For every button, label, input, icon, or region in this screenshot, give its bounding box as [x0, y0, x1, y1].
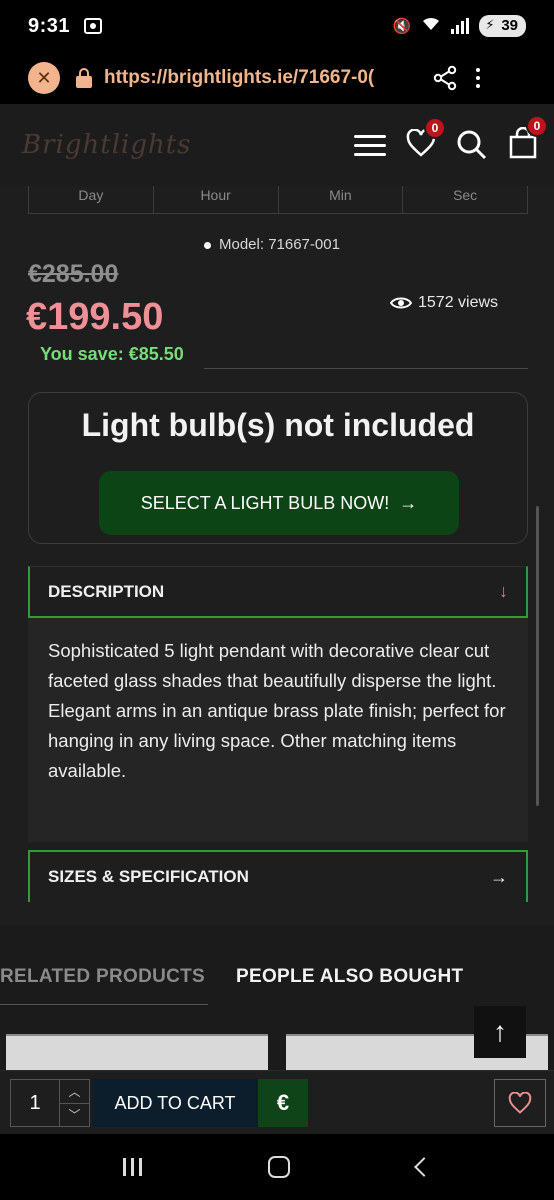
description-accordion-header[interactable]: DESCRIPTION ↓ — [28, 566, 528, 618]
view-count-text: 1572 views — [418, 294, 499, 311]
add-to-cart-bar: 1 ︿ ﹀ ADD TO CART € — [0, 1070, 554, 1134]
search-icon[interactable] — [456, 129, 488, 161]
signal-icon — [451, 18, 470, 34]
add-to-wishlist-button[interactable] — [494, 1079, 546, 1127]
view-count: 1572 views — [390, 294, 498, 312]
description-text: Sophisticated 5 light pendant with decor… — [28, 618, 528, 842]
bulb-notice-box: Light bulb(s) not included SELECT A LIGH… — [28, 392, 528, 544]
site-logo[interactable]: Brightlights — [22, 130, 192, 160]
quantity-stepper[interactable]: ︿ ﹀ — [60, 1079, 90, 1127]
you-save-amount: You save: €85.50 — [40, 344, 184, 364]
related-section: RELATED PRODUCTS PEOPLE ALSO BOUGHT — [0, 926, 554, 1078]
wishlist-count-badge: 0 — [424, 116, 446, 139]
chevron-up-icon[interactable]: ︿ — [60, 1080, 89, 1104]
share-icon[interactable] — [432, 65, 458, 91]
mute-icon: 🔇 — [392, 18, 412, 35]
currency-button[interactable]: € — [258, 1079, 308, 1127]
select-bulb-label: SELECT A LIGHT BULB NOW! — [140, 492, 390, 513]
bulb-notice-title: Light bulb(s) not included — [81, 407, 475, 443]
header-icons: 0 0 — [354, 114, 548, 164]
close-tab-icon[interactable]: ✕ — [28, 62, 60, 94]
tab-people-also-bought[interactable]: PEOPLE ALSO BOUGHT — [236, 966, 463, 988]
battery-indicator: 39 — [479, 15, 526, 37]
browser-menu-icon[interactable] — [476, 68, 480, 88]
page-scrollbar[interactable] — [536, 506, 539, 806]
eye-icon — [390, 297, 412, 309]
select-bulb-button[interactable]: SELECT A LIGHT BULB NOW! → — [99, 471, 459, 535]
quantity-input[interactable]: 1 — [10, 1079, 60, 1127]
lock-icon[interactable] — [76, 68, 92, 88]
screen-record-icon — [84, 18, 103, 34]
specs-accordion-header[interactable]: SIZES & SPECIFICATION → — [28, 850, 528, 902]
status-bar: 9:31 🔇 39 — [0, 0, 554, 52]
countdown-min-label: Min — [279, 186, 404, 213]
menu-icon[interactable] — [354, 134, 386, 156]
cart-button[interactable]: 0 — [508, 114, 548, 164]
arrow-right-icon: → — [490, 866, 508, 887]
countdown-hour-label: Hour — [154, 186, 279, 213]
old-price: €285.00 — [28, 260, 119, 288]
status-indicators: 🔇 39 — [393, 15, 526, 37]
divider — [204, 368, 528, 369]
product-main: Day Hour Min Sec Model: 71667-001 €285.0… — [0, 186, 554, 1078]
tab-underline — [0, 1004, 208, 1005]
status-time: 9:31 — [28, 14, 71, 37]
wishlist-button[interactable]: 0 — [406, 116, 446, 162]
arrow-right-icon: → — [399, 492, 418, 513]
home-icon[interactable] — [268, 1156, 291, 1178]
scroll-to-top-button[interactable]: ↑ — [474, 1006, 526, 1058]
arrow-up-icon: ↑ — [493, 1016, 507, 1047]
description-label: DESCRIPTION — [48, 581, 165, 601]
specs-label: SIZES & SPECIFICATION — [48, 867, 249, 886]
cart-count-badge: 0 — [526, 114, 548, 137]
heart-icon — [508, 1092, 532, 1114]
tab-related-products[interactable]: RELATED PRODUCTS — [0, 966, 205, 988]
wifi-icon — [421, 16, 441, 36]
add-to-cart-button[interactable]: ADD TO CART — [92, 1079, 258, 1127]
back-icon[interactable] — [413, 1157, 434, 1177]
sale-countdown: Day Hour Min Sec — [28, 186, 528, 214]
arrow-down-icon: ↓ — [499, 581, 508, 601]
site-header: Brightlights 0 0 — [0, 104, 554, 186]
countdown-day-label: Day — [29, 186, 154, 213]
sale-price: €199.50 — [26, 296, 164, 338]
url-text[interactable]: https://brightlights.ie/71667-0( — [104, 67, 416, 89]
countdown-sec-label: Sec — [453, 187, 478, 203]
browser-url-bar: ✕ https://brightlights.ie/71667-0( — [0, 52, 554, 104]
chevron-down-icon[interactable]: ﹀ — [60, 1104, 89, 1127]
product-model: Model: 71667-001 — [204, 236, 340, 253]
system-nav-bar — [0, 1134, 554, 1200]
recents-icon[interactable] — [123, 1158, 143, 1176]
